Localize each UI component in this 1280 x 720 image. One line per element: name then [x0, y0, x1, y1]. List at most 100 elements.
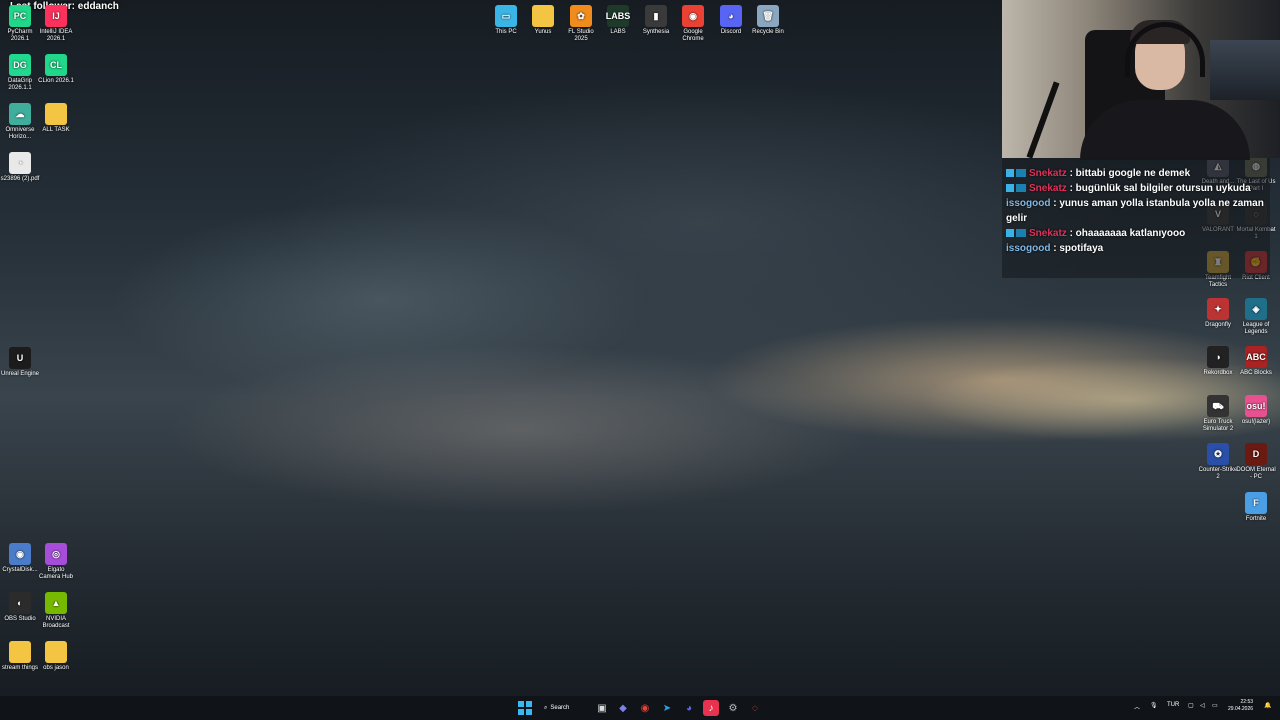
desktop-icon-label: CrystalDisk... [2, 567, 38, 573]
chat-text: : ohaaaaaaa katlanıyooo [1069, 228, 1186, 239]
teams-icon[interactable]: ◆ [615, 700, 631, 716]
volume-icon[interactable]: ◁ [1200, 702, 1205, 709]
chat-message: Snekatz : bugünlük sal bilgiler otursun … [1002, 181, 1270, 196]
chat-text: : bittabi google ne demek [1069, 168, 1191, 179]
settings-icon[interactable]: ⚙ [725, 700, 741, 716]
desktop-icon-fl-studio-2025[interactable]: ✿ FL Studio 2025 [561, 5, 601, 43]
desktop-icon-this-pc[interactable]: ▭ This PC [486, 5, 526, 36]
desktop-icon-synthesia[interactable]: ▮ Synthesia [636, 5, 676, 36]
elgato-camera-hub-icon: ◎ [45, 543, 67, 565]
language-indicator[interactable]: TUR [1167, 702, 1179, 708]
desktop-icon-label: Google Chrome [682, 29, 704, 42]
league-of-legends-icon: ◈ [1245, 298, 1267, 320]
windows-start-icon[interactable] [517, 700, 533, 716]
subscriber-badge-icon [1006, 229, 1014, 238]
chat-text: : spotifaya [1053, 243, 1104, 254]
rekordbox-icon: ◑ [1207, 346, 1229, 368]
subscriber-badge-icon [1006, 169, 1014, 178]
counter-strike-2-icon: ✪ [1207, 443, 1229, 465]
microphone-icon[interactable]: 🎙 [1150, 702, 1158, 709]
fortnite-icon: F [1245, 492, 1267, 514]
music-icon[interactable]: ♪ [703, 700, 719, 716]
desktop-icon-pycharm-2026-1[interactable]: PC PyCharm 2026.1 [0, 5, 40, 43]
desktop-icon-unreal-engine[interactable]: U Unreal Engine [0, 347, 40, 378]
desktop-icon-label: Fortnite [1245, 516, 1267, 522]
desktop-icon-label: League of Legends [1242, 322, 1270, 335]
obs-jason-icon [45, 641, 67, 663]
network-icon[interactable]: ▢ [1188, 702, 1194, 709]
desktop-icon-counter-strike-2[interactable]: ✪ Counter-Strike 2 [1198, 443, 1238, 481]
desktop-icon-rekordbox[interactable]: ◑ Rekordbox [1198, 346, 1238, 377]
desktop-icon-label: Discord [720, 29, 742, 35]
desktop-icon-label: Rekordbox [1203, 370, 1233, 376]
desktop-icon-clion-2026-1[interactable]: CL CLion 2026.1 [36, 54, 76, 85]
desktop-icon-label: DataGrip 2026.1.1 [7, 78, 32, 91]
doom-eternal-pc-icon: D [1245, 443, 1267, 465]
obs-icon[interactable]: ◌ [747, 700, 763, 716]
desktop-icon-obs-jason[interactable]: obs jason [36, 641, 76, 672]
desktop-icon-google-chrome[interactable]: ◉ Google Chrome [673, 5, 713, 43]
desktop-icon-osu-lazer[interactable]: osu! osu!(lazer) [1236, 395, 1276, 426]
desktop-icon-elgato-camera-hub[interactable]: ◎ Elgato Camera Hub [36, 543, 76, 581]
desktop-icon-label: obs jason [43, 665, 69, 671]
battery-icon[interactable]: ▭ [1212, 702, 1218, 709]
desktop-icon-label: OBS Studio [4, 616, 36, 622]
desktop-icon-all-task[interactable]: ALL TASK [36, 103, 76, 134]
desktop-icon-yunus[interactable]: Yunus [523, 5, 563, 36]
system-clock[interactable]: 22:53 29.04.2026 [1228, 699, 1253, 713]
chevron-up-icon[interactable]: ︿ [1134, 702, 1140, 711]
task-view-icon[interactable]: ▣ [594, 700, 610, 716]
desktop-icon-nvidia-broadcast[interactable]: ▲ NVIDIA Broadcast [36, 592, 76, 630]
nvidia-broadcast-icon: ▲ [45, 592, 67, 614]
desktop-icon-label: NVIDIA Broadcast [42, 616, 70, 629]
desktop-icon-labs[interactable]: LABS LABS [598, 5, 638, 36]
bits-badge-icon [1016, 169, 1026, 178]
stream-things-icon [9, 641, 31, 663]
chat-message: issogood : spotifaya [1002, 241, 1270, 256]
desktop-icon-label: stream things [1, 665, 38, 671]
desktop-icon-label: Unreal Engine [0, 371, 40, 377]
desktop-icon-omniverse-horizo[interactable]: ☁ Omniverse Horizo... [0, 103, 40, 141]
desktop-icon-label: IntelliJ IDEA 2026.1 [39, 29, 73, 42]
s23896-2-pdf-icon: ◔ [9, 152, 31, 174]
bits-badge-icon [1016, 229, 1026, 238]
desktop-icon-abc-blocks[interactable]: ABC ABC Blocks [1236, 346, 1276, 377]
taskbar: ⌕ Search ▣ ◆ ◉ ➤ ◕ ♪ ⚙ ◌ ︿ 🎙 TUR ▢ ◁ ▭ 2… [0, 696, 1280, 720]
desktop-icon-label: This PC [495, 29, 517, 35]
desktop-icon-discord[interactable]: ◕ Discord [711, 5, 751, 36]
desktop-icon-s23896-2-pdf[interactable]: ◔ s23896 (2).pdf [0, 152, 40, 183]
all-task-icon [45, 103, 67, 125]
desktop-icon-label: PyCharm 2026.1 [7, 29, 33, 42]
desktop-icon-recycle-bin[interactable]: 🗑 Recycle Bin [748, 5, 788, 36]
desktop-icon-stream-things[interactable]: stream things [0, 641, 40, 672]
discord-icon[interactable]: ◕ [681, 700, 697, 716]
desktop-icon-intellij-idea-2026-1[interactable]: IJ IntelliJ IDEA 2026.1 [36, 5, 76, 43]
chat-message: issogood : yunus aman yolla istanbula yo… [1002, 196, 1270, 226]
desktop-icon-fortnite[interactable]: F Fortnite [1236, 492, 1276, 523]
chat-username: Snekatz [1029, 168, 1067, 179]
clion-2026-1-icon: CL [45, 54, 67, 76]
desktop-icon-dragonfly[interactable]: ✦ Dragonfly [1198, 298, 1238, 329]
desktop-icon-doom-eternal-pc[interactable]: D DOOM Eternal - PC [1236, 443, 1276, 481]
abc-blocks-icon: ABC [1245, 346, 1267, 368]
chrome-icon[interactable]: ◉ [637, 700, 653, 716]
desktop-icon-datagrip-2026-1-1[interactable]: DG DataGrip 2026.1.1 [0, 54, 40, 92]
notification-icon[interactable]: 🔔 [1264, 702, 1271, 709]
desktop-icon-euro-truck-simulator-2[interactable]: ⛟ Euro Truck Simulator 2 [1198, 395, 1238, 433]
clock-date: 29.04.2026 [1228, 706, 1254, 712]
desktop-icon-league-of-legends[interactable]: ◈ League of Legends [1236, 298, 1276, 336]
chat-text: : bugünlük sal bilgiler otursun uykuda [1069, 183, 1251, 194]
desktop-icon-label: Recycle Bin [752, 29, 784, 35]
desktop-icon-obs-studio[interactable]: ◐ OBS Studio [0, 592, 40, 623]
taskbar-search[interactable]: ⌕ Search [544, 700, 584, 716]
desktop-icon-label: Yunus [534, 29, 552, 35]
intellij-idea-2026-1-icon: IJ [45, 5, 67, 27]
bits-badge-icon [1016, 184, 1026, 193]
desktop-icon-crystaldisk[interactable]: ◉ CrystalDisk... [0, 543, 40, 574]
omniverse-horizo-icon: ☁ [9, 103, 31, 125]
telegram-icon[interactable]: ➤ [659, 700, 675, 716]
desktop-icon-label: DOOM Eternal - PC [1236, 467, 1276, 480]
desktop-icon-label: s23896 (2).pdf [0, 176, 40, 182]
desktop-icon-label: Euro Truck Simulator 2 [1202, 419, 1234, 432]
search-icon: ⌕ [544, 704, 548, 711]
